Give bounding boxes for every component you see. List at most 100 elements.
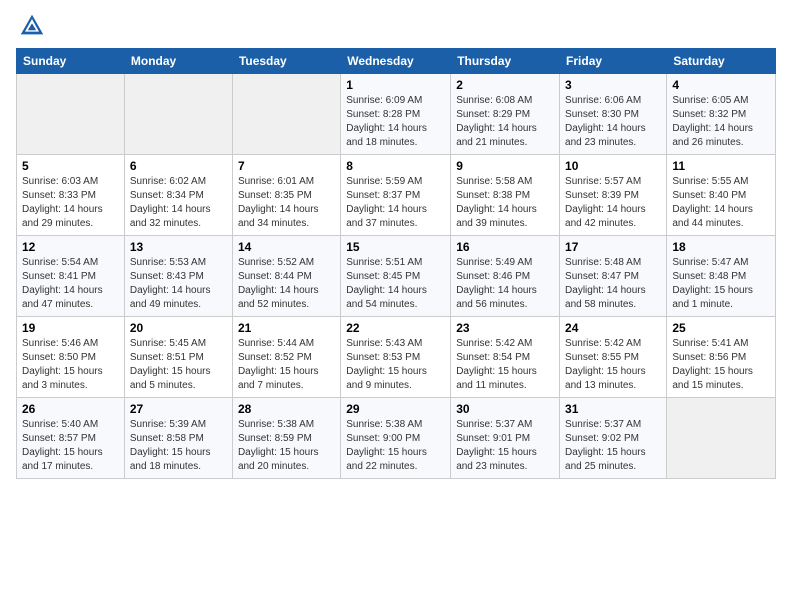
day-info: Sunrise: 5:55 AM Sunset: 8:40 PM Dayligh… — [672, 175, 770, 231]
day-info: Sunrise: 5:49 AM Sunset: 8:46 PM Dayligh… — [456, 256, 554, 312]
day-number: 22 — [346, 321, 445, 335]
day-info: Sunrise: 6:02 AM Sunset: 8:34 PM Dayligh… — [130, 175, 227, 231]
day-cell: 22 Sunrise: 5:43 AM Sunset: 8:53 PM Dayli… — [341, 317, 451, 398]
day-cell: 7 Sunrise: 6:01 AM Sunset: 8:35 PM Daylig… — [232, 155, 340, 236]
day-cell: 8 Sunrise: 5:59 AM Sunset: 8:37 PM Daylig… — [341, 155, 451, 236]
day-number: 8 — [346, 159, 445, 173]
day-number: 28 — [238, 402, 335, 416]
week-row-2: 5 Sunrise: 6:03 AM Sunset: 8:33 PM Daylig… — [17, 155, 776, 236]
day-cell: 31 Sunrise: 5:37 AM Sunset: 9:02 PM Dayli… — [560, 398, 667, 479]
day-cell: 13 Sunrise: 5:53 AM Sunset: 8:43 PM Dayli… — [124, 236, 232, 317]
day-number: 30 — [456, 402, 554, 416]
day-cell — [124, 74, 232, 155]
weekday-header-sunday: Sunday — [17, 49, 125, 74]
day-cell: 30Sunrise: 5:37 AM Sunset: 9:01 PM Dayli… — [451, 398, 560, 479]
day-number: 20 — [130, 321, 227, 335]
day-cell: 16 Sunrise: 5:49 AM Sunset: 8:46 PM Dayli… — [451, 236, 560, 317]
day-number: 7 — [238, 159, 335, 173]
weekday-header-wednesday: Wednesday — [341, 49, 451, 74]
day-info: Sunrise: 5:59 AM Sunset: 8:37 PM Dayligh… — [346, 175, 445, 231]
day-info: Sunrise: 5:37 AM Sunset: 9:02 PM Dayligh… — [565, 418, 661, 474]
calendar: SundayMondayTuesdayWednesdayThursdayFrid… — [16, 48, 776, 479]
day-info: Sunrise: 5:53 AM Sunset: 8:43 PM Dayligh… — [130, 256, 227, 312]
day-info: Sunrise: 6:06 AM Sunset: 8:30 PM Dayligh… — [565, 94, 661, 150]
day-info: Sunrise: 6:01 AM Sunset: 8:35 PM Dayligh… — [238, 175, 335, 231]
day-info: Sunrise: 5:48 AM Sunset: 8:47 PM Dayligh… — [565, 256, 661, 312]
weekday-header-saturday: Saturday — [667, 49, 776, 74]
day-info: Sunrise: 5:39 AM Sunset: 8:58 PM Dayligh… — [130, 418, 227, 474]
day-cell: 19Sunrise: 5:46 AM Sunset: 8:50 PM Dayli… — [17, 317, 125, 398]
week-row-4: 19Sunrise: 5:46 AM Sunset: 8:50 PM Dayli… — [17, 317, 776, 398]
day-cell: 2 Sunrise: 6:08 AM Sunset: 8:29 PM Daylig… — [451, 74, 560, 155]
day-number: 25 — [672, 321, 770, 335]
day-info: Sunrise: 5:42 AM Sunset: 8:54 PM Dayligh… — [456, 337, 554, 393]
day-cell: 28 Sunrise: 5:38 AM Sunset: 8:59 PM Dayli… — [232, 398, 340, 479]
day-cell: 14Sunrise: 5:52 AM Sunset: 8:44 PM Dayli… — [232, 236, 340, 317]
day-info: Sunrise: 5:42 AM Sunset: 8:55 PM Dayligh… — [565, 337, 661, 393]
day-info: Sunrise: 5:43 AM Sunset: 8:53 PM Dayligh… — [346, 337, 445, 393]
day-info: Sunrise: 5:51 AM Sunset: 8:45 PM Dayligh… — [346, 256, 445, 312]
week-row-5: 26Sunrise: 5:40 AM Sunset: 8:57 PM Dayli… — [17, 398, 776, 479]
day-cell: 3 Sunrise: 6:06 AM Sunset: 8:30 PM Daylig… — [560, 74, 667, 155]
day-info: Sunrise: 6:08 AM Sunset: 8:29 PM Dayligh… — [456, 94, 554, 150]
week-row-3: 12 Sunrise: 5:54 AM Sunset: 8:41 PM Dayli… — [17, 236, 776, 317]
day-cell: 15 Sunrise: 5:51 AM Sunset: 8:45 PM Dayli… — [341, 236, 451, 317]
day-number: 2 — [456, 78, 554, 92]
day-cell: 1 Sunrise: 6:09 AM Sunset: 8:28 PM Daylig… — [341, 74, 451, 155]
day-number: 10 — [565, 159, 661, 173]
day-cell: 23 Sunrise: 5:42 AM Sunset: 8:54 PM Dayli… — [451, 317, 560, 398]
day-number: 6 — [130, 159, 227, 173]
day-cell: 27 Sunrise: 5:39 AM Sunset: 8:58 PM Dayli… — [124, 398, 232, 479]
day-cell: 10 Sunrise: 5:57 AM Sunset: 8:39 PM Dayli… — [560, 155, 667, 236]
day-info: Sunrise: 5:38 AM Sunset: 8:59 PM Dayligh… — [238, 418, 335, 474]
day-info: Sunrise: 5:47 AM Sunset: 8:48 PM Dayligh… — [672, 256, 770, 312]
day-number: 13 — [130, 240, 227, 254]
day-info: Sunrise: 5:58 AM Sunset: 8:38 PM Dayligh… — [456, 175, 554, 231]
week-row-1: 1 Sunrise: 6:09 AM Sunset: 8:28 PM Daylig… — [17, 74, 776, 155]
day-info: Sunrise: 5:52 AM Sunset: 8:44 PM Dayligh… — [238, 256, 335, 312]
day-number: 23 — [456, 321, 554, 335]
day-number: 27 — [130, 402, 227, 416]
day-info: Sunrise: 5:45 AM Sunset: 8:51 PM Dayligh… — [130, 337, 227, 393]
day-number: 16 — [456, 240, 554, 254]
day-number: 21 — [238, 321, 335, 335]
day-info: Sunrise: 6:09 AM Sunset: 8:28 PM Dayligh… — [346, 94, 445, 150]
day-number: 17 — [565, 240, 661, 254]
day-cell: 17 Sunrise: 5:48 AM Sunset: 8:47 PM Dayli… — [560, 236, 667, 317]
day-cell: 11 Sunrise: 5:55 AM Sunset: 8:40 PM Dayli… — [667, 155, 776, 236]
day-number: 9 — [456, 159, 554, 173]
day-info: Sunrise: 6:03 AM Sunset: 8:33 PM Dayligh… — [22, 175, 119, 231]
day-number: 5 — [22, 159, 119, 173]
day-number: 3 — [565, 78, 661, 92]
day-cell: 25 Sunrise: 5:41 AM Sunset: 8:56 PM Dayli… — [667, 317, 776, 398]
day-cell: 5 Sunrise: 6:03 AM Sunset: 8:33 PM Daylig… — [17, 155, 125, 236]
day-number: 24 — [565, 321, 661, 335]
day-number: 31 — [565, 402, 661, 416]
day-cell: 29Sunrise: 5:38 AM Sunset: 9:00 PM Dayli… — [341, 398, 451, 479]
day-number: 12 — [22, 240, 119, 254]
day-info: Sunrise: 5:44 AM Sunset: 8:52 PM Dayligh… — [238, 337, 335, 393]
day-cell: 26Sunrise: 5:40 AM Sunset: 8:57 PM Dayli… — [17, 398, 125, 479]
header — [16, 12, 776, 40]
day-cell: 18Sunrise: 5:47 AM Sunset: 8:48 PM Dayli… — [667, 236, 776, 317]
weekday-header-thursday: Thursday — [451, 49, 560, 74]
day-cell: 12 Sunrise: 5:54 AM Sunset: 8:41 PM Dayli… — [17, 236, 125, 317]
weekday-header-monday: Monday — [124, 49, 232, 74]
day-cell: 21 Sunrise: 5:44 AM Sunset: 8:52 PM Dayli… — [232, 317, 340, 398]
day-number: 15 — [346, 240, 445, 254]
logo-icon — [18, 12, 46, 40]
day-cell — [232, 74, 340, 155]
day-info: Sunrise: 5:41 AM Sunset: 8:56 PM Dayligh… — [672, 337, 770, 393]
day-cell: 6 Sunrise: 6:02 AM Sunset: 8:34 PM Daylig… — [124, 155, 232, 236]
weekday-header-friday: Friday — [560, 49, 667, 74]
day-info: Sunrise: 5:57 AM Sunset: 8:39 PM Dayligh… — [565, 175, 661, 231]
page: SundayMondayTuesdayWednesdayThursdayFrid… — [0, 0, 792, 491]
day-info: Sunrise: 5:38 AM Sunset: 9:00 PM Dayligh… — [346, 418, 445, 474]
day-cell — [667, 398, 776, 479]
day-info: Sunrise: 5:54 AM Sunset: 8:41 PM Dayligh… — [22, 256, 119, 312]
day-info: Sunrise: 5:40 AM Sunset: 8:57 PM Dayligh… — [22, 418, 119, 474]
day-info: Sunrise: 6:05 AM Sunset: 8:32 PM Dayligh… — [672, 94, 770, 150]
day-cell: 9 Sunrise: 5:58 AM Sunset: 8:38 PM Daylig… — [451, 155, 560, 236]
day-number: 1 — [346, 78, 445, 92]
day-number: 11 — [672, 159, 770, 173]
